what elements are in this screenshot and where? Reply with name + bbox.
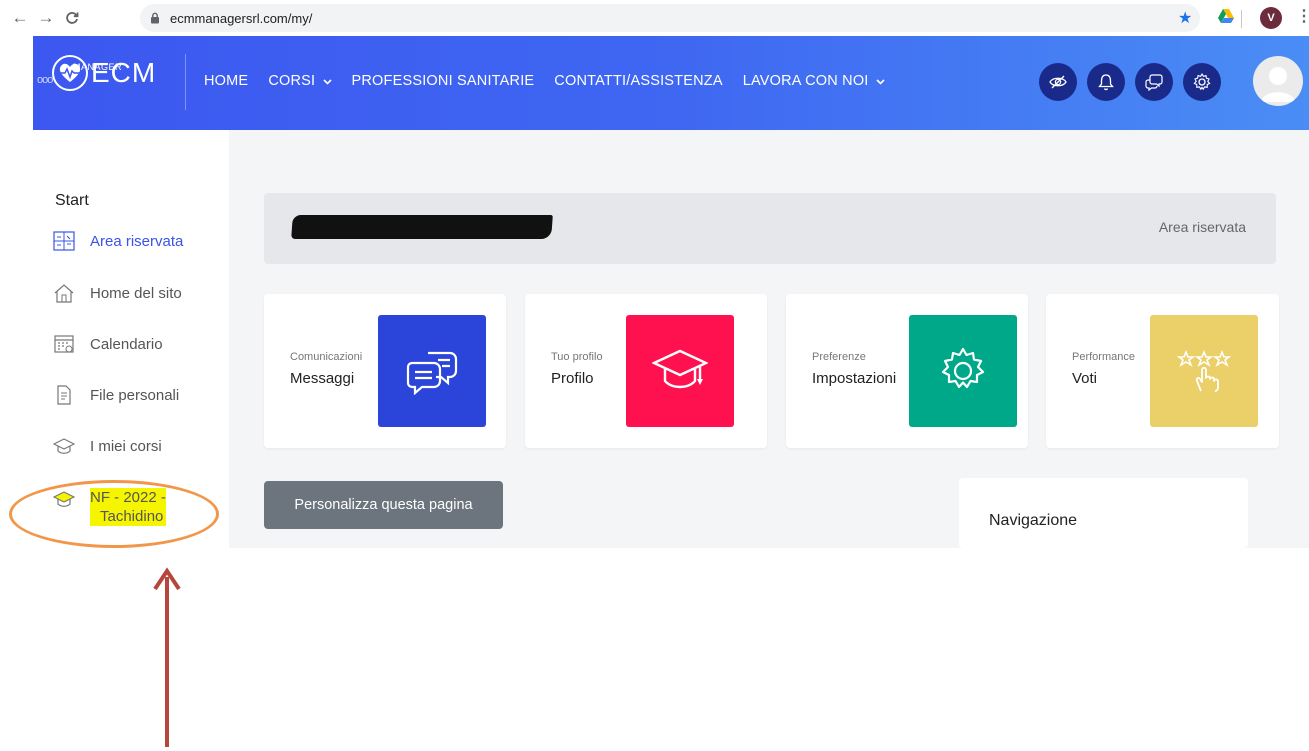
hide-blocks-button[interactable] (1039, 63, 1077, 101)
sidebar-item-label: Home del sito (90, 284, 182, 302)
graduation-cap-icon (626, 315, 734, 427)
eye-off-icon (1049, 75, 1067, 89)
menu-item-contatti[interactable]: CONTATTI/ASSISTENZA (554, 73, 722, 89)
sidebar-title: Start (55, 192, 89, 209)
card-voti[interactable]: Performance Voti (1046, 294, 1279, 448)
reload-icon (66, 12, 79, 24)
reload-button[interactable] (59, 5, 85, 31)
customize-page-button[interactable]: Personalizza questa pagina (264, 481, 503, 529)
logo-dots: ooo (37, 74, 53, 86)
sidebar-item-corsi[interactable]: I miei corsi (53, 435, 162, 457)
logo-subtitle: MANAGER (73, 62, 123, 72)
messages-button[interactable] (1135, 63, 1173, 101)
settings-button[interactable] (1183, 63, 1221, 101)
bookmark-star-icon[interactable]: ★ (1178, 8, 1192, 28)
card-caption: Performance (1072, 351, 1135, 363)
logo-divider (185, 54, 186, 110)
sidebar-item-label: I miei corsi (90, 437, 162, 455)
sidebar-item-label: File personali (90, 386, 180, 404)
browser-menu-icon[interactable]: ⋮ (1296, 6, 1309, 26)
menu-item-lavora[interactable]: LAVORA CON NOI (743, 73, 885, 89)
menu-item-home[interactable]: HOME (204, 73, 248, 89)
lock-icon (148, 11, 162, 25)
annotation-arrow-icon (153, 567, 181, 747)
forward-button[interactable]: → (33, 5, 59, 31)
chat-bubbles-icon (378, 315, 486, 427)
card-title: Voti (1072, 370, 1098, 387)
breadcrumb[interactable]: Area riservata (1159, 219, 1246, 235)
site-logo[interactable]: ECM (51, 54, 156, 92)
sidebar-item-area-riservata[interactable]: Area riservata (53, 230, 183, 252)
sidebar-item-file[interactable]: File personali (53, 384, 179, 406)
sidebar-item-label: Area riservata (90, 232, 184, 250)
sidebar-item-calendario[interactable]: Calendario (53, 333, 163, 355)
gear-icon (909, 315, 1017, 427)
card-caption: Comunicazioni (290, 351, 363, 363)
chat-icon (1145, 74, 1163, 92)
stars-hand-icon (1150, 315, 1258, 427)
notifications-button[interactable] (1087, 63, 1125, 101)
user-avatar[interactable] (1253, 56, 1303, 106)
card-title: Profilo (551, 370, 594, 387)
url-text: ecmmanagersrl.com/my/ (170, 10, 313, 26)
toolbar-separator (1241, 10, 1242, 28)
bell-icon (1098, 74, 1114, 91)
page-header: Area riservata (264, 193, 1276, 264)
navigation-block-title: Navigazione (989, 512, 1078, 529)
calendar-icon (53, 333, 75, 355)
heart-logo-icon (52, 55, 88, 91)
settings-icon (1193, 72, 1211, 91)
back-button[interactable]: ← (7, 5, 33, 31)
chevron-down-icon (873, 76, 885, 88)
redacted-user-name (291, 215, 553, 239)
site-navbar: ECM MANAGER ooo HOME CORSI PROFESSIONI S… (33, 36, 1309, 130)
dashboard-icon (53, 230, 75, 252)
card-messaggi[interactable]: Comunicazioni Messaggi (264, 294, 506, 448)
menu-item-professioni[interactable]: PROFESSIONI SANITARIE (352, 73, 535, 89)
main-menu: HOME CORSI PROFESSIONI SANITARIE CONTATT… (204, 73, 905, 89)
main-content: Area riservata Comunicazioni Messaggi Tu… (229, 130, 1309, 548)
chevron-down-icon (319, 76, 332, 88)
drive-icon[interactable] (1218, 9, 1234, 28)
graduation-cap-icon (53, 435, 75, 457)
navigation-block: Navigazione (959, 478, 1248, 548)
card-title: Impostazioni (812, 370, 897, 387)
address-bar[interactable]: ecmmanagersrl.com/my/ (140, 4, 1200, 32)
user-icon (1261, 67, 1295, 102)
card-profilo[interactable]: Tuo profilo Profilo (525, 294, 767, 448)
home-icon (53, 282, 75, 304)
card-caption: Preferenze (812, 351, 866, 363)
card-title: Messaggi (290, 370, 355, 387)
menu-item-corsi[interactable]: CORSI (268, 73, 332, 89)
card-impostazioni[interactable]: Preferenze Impostazioni (786, 294, 1028, 448)
file-icon (53, 384, 75, 406)
card-caption: Tuo profilo (551, 351, 603, 363)
profile-avatar[interactable]: V (1260, 7, 1282, 29)
sidebar-item-home[interactable]: Home del sito (53, 282, 182, 304)
sidebar-item-label: Calendario (90, 335, 163, 353)
annotation-ellipse (9, 480, 219, 548)
